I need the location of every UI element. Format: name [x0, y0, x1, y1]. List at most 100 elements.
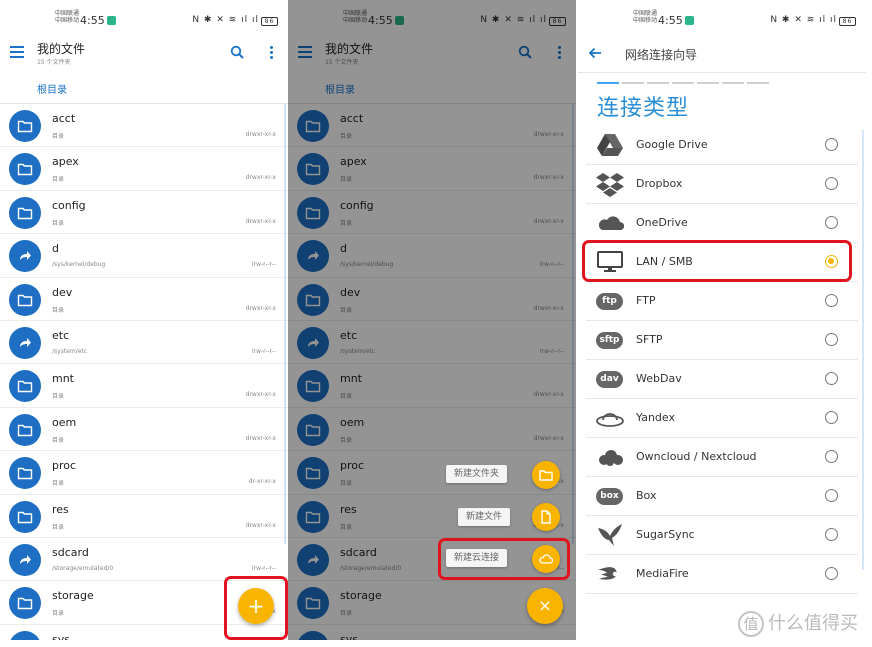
file-row-etc[interactable]: etc/system/etc lrw-r--r-- [0, 321, 288, 365]
file-row-mnt[interactable]: mnt 目录 drwxr-xr-x [0, 364, 288, 408]
connection-option-sftp[interactable]: sftp SFTP [586, 321, 858, 360]
file-name: storage [52, 589, 94, 603]
clock: 4:55 [80, 14, 116, 27]
radio-button[interactable] [825, 216, 838, 229]
file-row-d[interactable]: d/sys/kernel/debug lrw-r--r-- [0, 234, 288, 278]
clock: 4:55 [658, 14, 694, 27]
file-permissions: dr-xr-xr-x [248, 478, 276, 486]
file-subtitle: 目录 [52, 133, 65, 140]
connection-option-sugarsync[interactable]: SugarSync [586, 516, 858, 555]
search-icon[interactable] [230, 45, 244, 59]
file-name: etc [52, 328, 70, 342]
radio-button[interactable] [825, 489, 838, 502]
file-row-oem[interactable]: oem 目录 drwxr-xr-x [0, 408, 288, 452]
new-file-label[interactable]: 新建文件 [458, 508, 511, 526]
connection-option-onedrive[interactable]: OneDrive [586, 204, 858, 243]
connection-option-yandex[interactable]: Yandex [586, 399, 858, 438]
file-permissions: drwxr-xr-x [245, 521, 276, 529]
folder-icon [17, 381, 33, 393]
sugarsync-bird-icon [596, 522, 624, 548]
watermark-logo: 值 [738, 611, 764, 637]
folder-circle [9, 283, 41, 316]
more-options-icon[interactable] [270, 46, 274, 60]
section-title: 连接类型 [597, 96, 690, 121]
new-folder-label[interactable]: 新建文件夹 [446, 465, 508, 483]
connection-label: Dropbox [636, 177, 683, 190]
file-icon [541, 510, 551, 524]
notification-icon [684, 16, 694, 25]
folder-circle [9, 587, 41, 620]
folder-icon [17, 424, 33, 436]
menu-icon[interactable] [10, 46, 24, 58]
connection-option-google-drive[interactable]: Google Drive [586, 126, 858, 165]
connection-label: SugarSync [636, 528, 695, 541]
folder-circle [9, 110, 41, 142]
radio-button[interactable] [825, 411, 838, 424]
file-subtitle: /sys/kernel/debug [52, 261, 106, 269]
connection-option-mediafire[interactable]: MediaFire [586, 555, 858, 594]
radio-button[interactable] [825, 138, 838, 151]
file-row-dev[interactable]: dev 目录 drwxr-xr-x [0, 278, 288, 321]
folder-icon [17, 294, 33, 306]
mediafire-icon [596, 561, 624, 587]
file-name: proc [52, 459, 77, 473]
connection-label: Box [636, 489, 657, 502]
file-subtitle: 目录 [52, 480, 65, 488]
radio-button[interactable] [825, 528, 838, 541]
red-highlight-box [582, 240, 852, 282]
link-circle [9, 543, 41, 576]
file-name: apex [52, 155, 79, 169]
radio-button[interactable] [825, 294, 838, 307]
folder-icon [17, 164, 33, 176]
file-row-apex[interactable]: apex 目录 drwxr-xr-x [0, 147, 288, 191]
connection-label: SFTP [636, 333, 663, 346]
dropbox-icon [596, 171, 624, 197]
file-name: config [52, 198, 86, 212]
sftp-cloud-icon: sftp [596, 327, 624, 353]
file-subtitle: 目录 [52, 393, 65, 401]
onedrive-icon [596, 210, 625, 236]
connection-option-owncloud-nextcloud[interactable]: Owncloud / Nextcloud [586, 438, 858, 477]
connection-option-ftp[interactable]: ftp FTP [586, 282, 858, 321]
file-permissions: lrw-r--r-- [251, 261, 276, 269]
red-highlight-box [438, 538, 570, 580]
connection-label: OneDrive [636, 216, 688, 229]
file-browser-fab-menu-screen: 中国联通 中国移动 4:55 N ✱ ✕ ≋ ıl ıl 86 我的文件 15 个文… [288, 0, 576, 640]
radio-button[interactable] [825, 372, 838, 385]
breadcrumb-root[interactable]: 根目录 [37, 81, 67, 96]
file-subtitle: 目录 [52, 219, 65, 227]
status-bar: 中国联通 中国移动 4:55 N ✱ ✕ ≋ ıl ıl 86 [0, 8, 288, 34]
radio-button[interactable] [825, 450, 838, 463]
folder-icon [539, 470, 553, 481]
close-fab-button[interactable]: × [527, 588, 563, 624]
file-row-res[interactable]: res 目录 drwxr-xr-x [0, 495, 288, 538]
app-bar: 网络连接向导 [578, 36, 866, 72]
file-permissions: lrw-r--r-- [251, 564, 276, 572]
file-name: mnt [52, 372, 74, 386]
radio-button[interactable] [825, 333, 838, 346]
file-row-acct[interactable]: acct 目录 drwxr-xr-x [0, 104, 288, 148]
new-file-button[interactable] [532, 503, 560, 531]
file-permissions: drwxr-xr-x [245, 174, 276, 182]
folder-icon [17, 511, 33, 523]
connection-option-webdav[interactable]: dav WebDav [586, 360, 858, 399]
new-folder-button[interactable] [532, 461, 560, 489]
radio-button[interactable] [825, 177, 838, 190]
app-bar: 我的文件 15 个文件夹 [0, 36, 288, 72]
file-row-config[interactable]: config 目录 drwxr-xr-x [0, 191, 288, 235]
file-name: sys [52, 632, 70, 640]
ftp-cloud-icon: ftp [596, 288, 624, 314]
back-arrow-icon[interactable] [588, 46, 602, 60]
file-name: acct [52, 112, 76, 125]
link-circle [9, 326, 41, 359]
file-name: d [52, 242, 59, 256]
scrollbar[interactable] [862, 130, 864, 570]
radio-button[interactable] [825, 567, 838, 580]
connection-option-box[interactable]: box Box [586, 477, 858, 516]
file-row-sdcard[interactable]: sdcard/storage/emulated/0 lrw-r--r-- [0, 538, 288, 582]
google-drive-icon [596, 132, 624, 158]
connection-option-dropbox[interactable]: Dropbox [586, 165, 858, 204]
scrollbar[interactable] [284, 104, 286, 544]
file-row-proc[interactable]: proc 目录 dr-xr-xr-x [0, 451, 288, 495]
link-arrow-icon [20, 251, 31, 261]
